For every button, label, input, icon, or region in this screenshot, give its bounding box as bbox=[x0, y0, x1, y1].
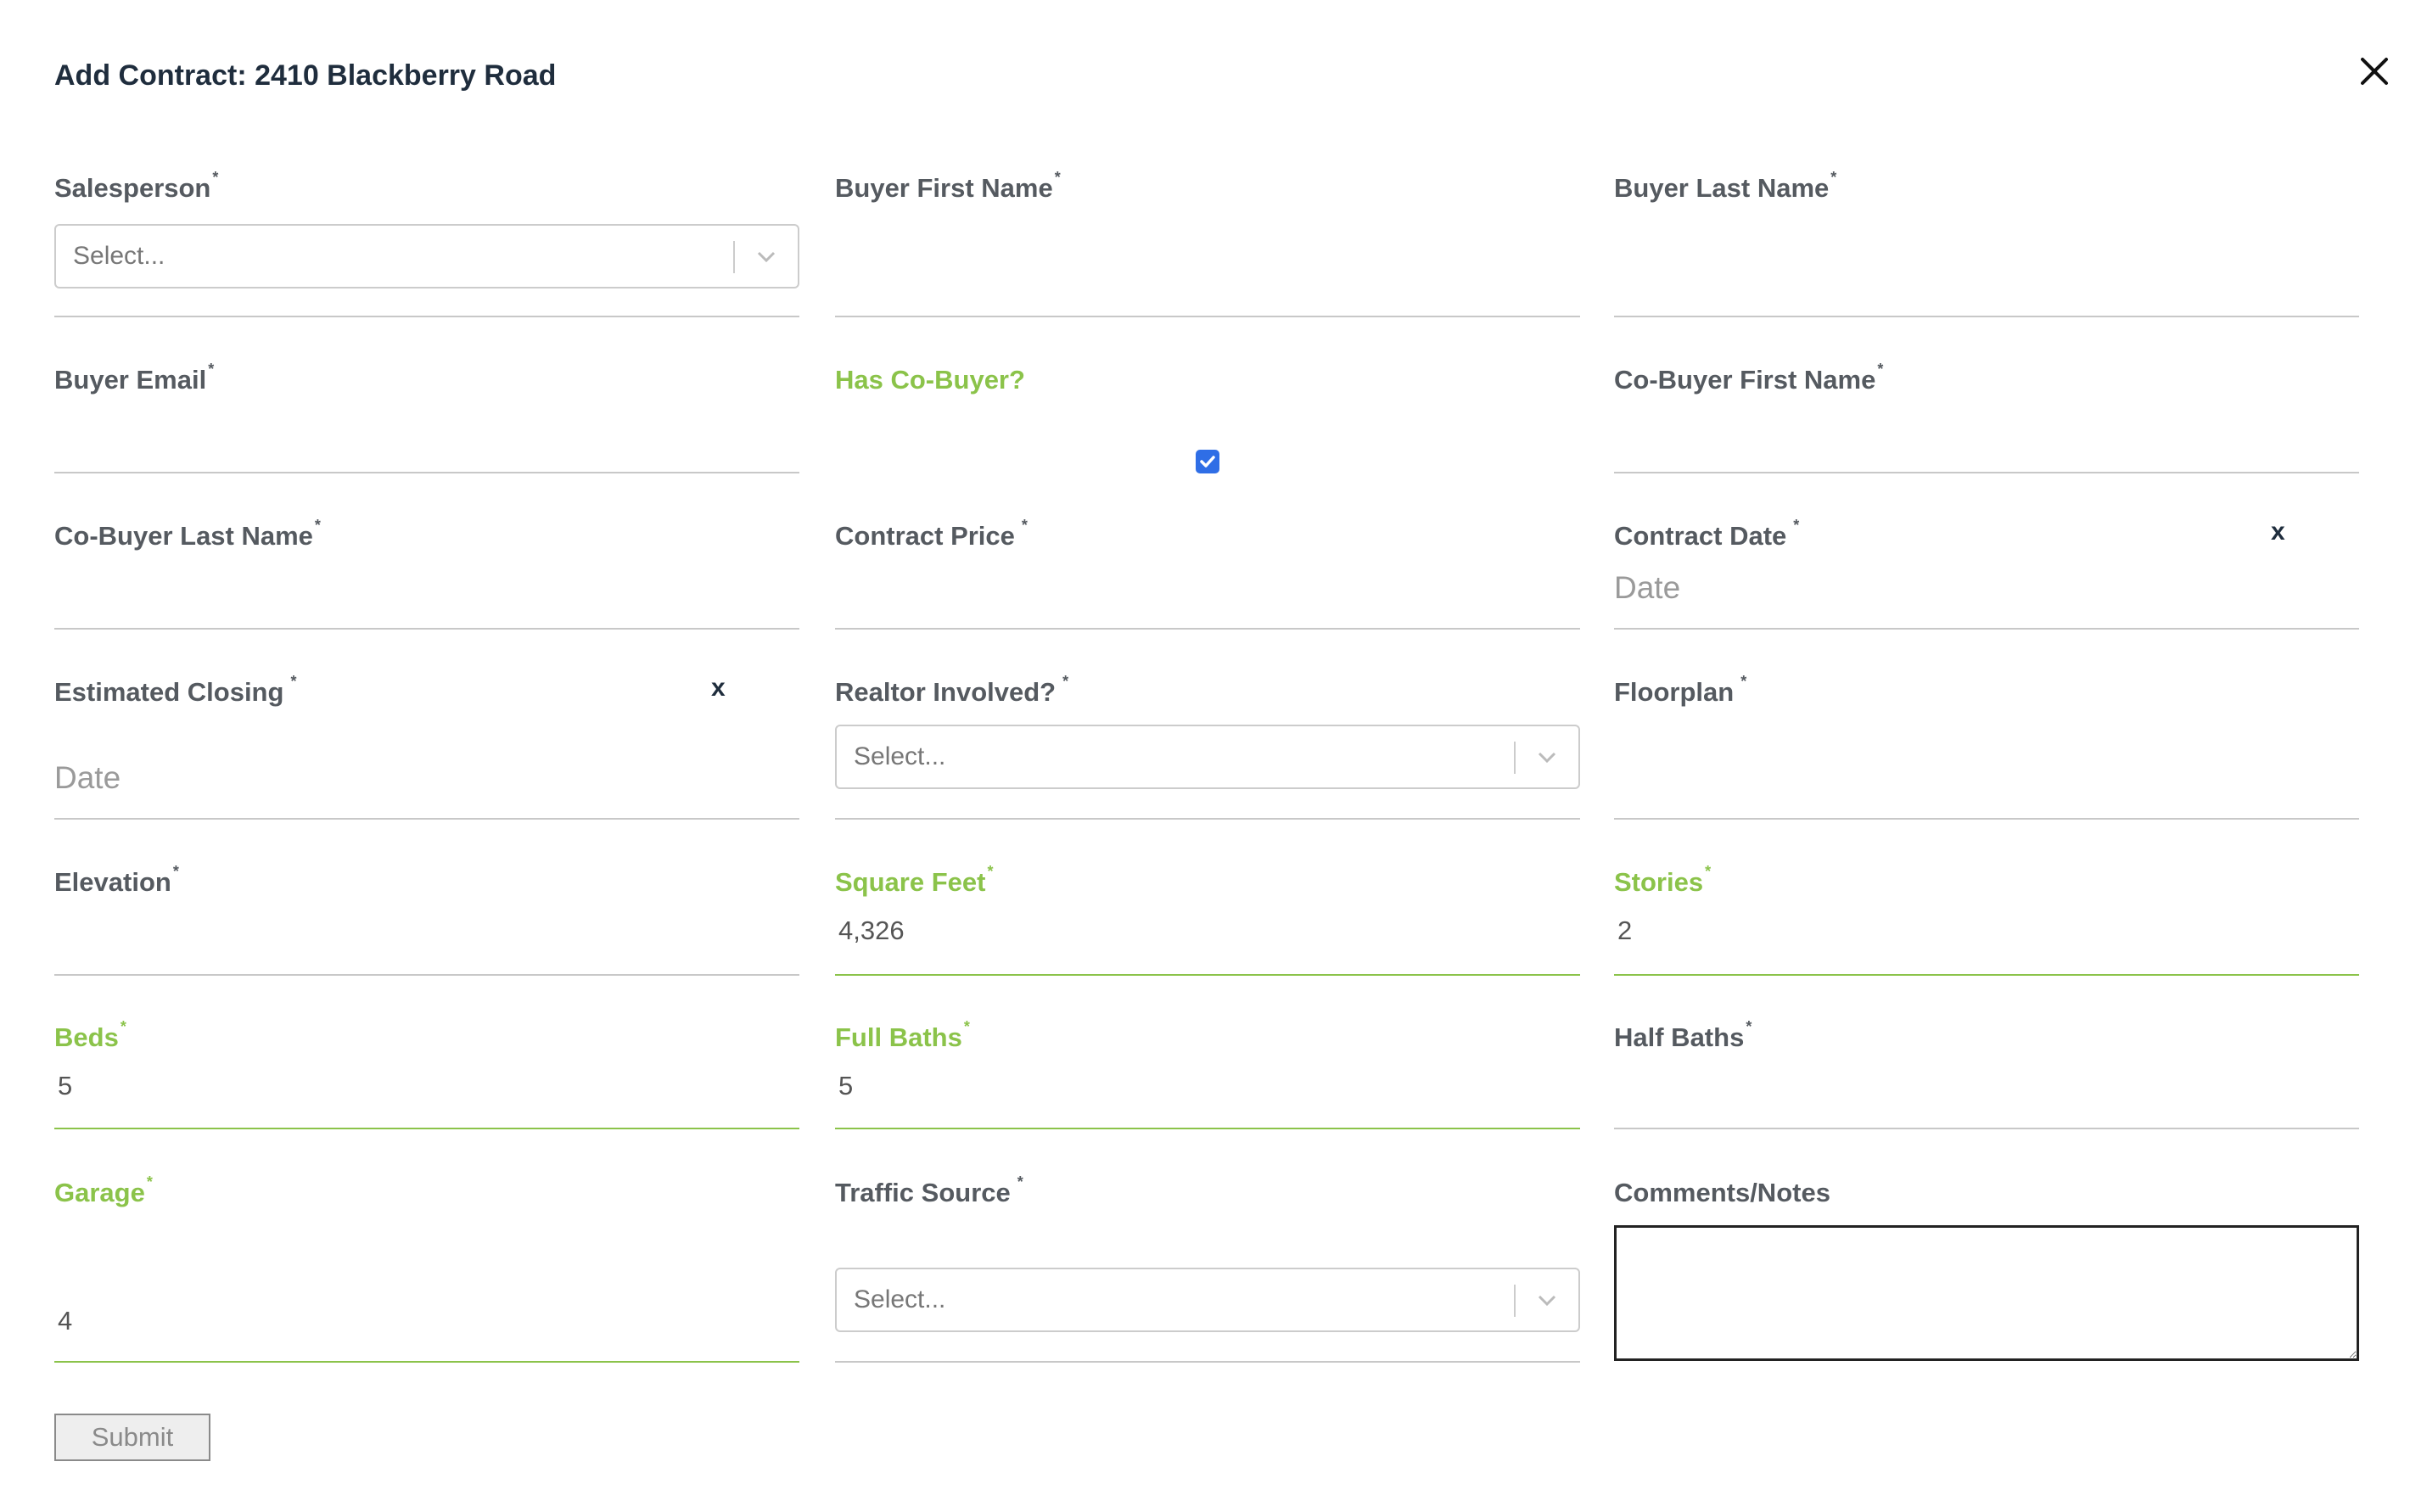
elevation-input[interactable] bbox=[54, 928, 799, 971]
realtor-involved-select-value: Select... bbox=[854, 742, 946, 770]
realtor-involved-select[interactable]: Select... bbox=[835, 725, 1580, 789]
co-buyer-first-name-input[interactable] bbox=[1614, 426, 2359, 468]
estimated-closing-label: Estimated Closing * bbox=[54, 673, 297, 707]
traffic-source-field: Traffic Source * Select... bbox=[835, 1173, 1580, 1363]
traffic-source-label: Traffic Source * bbox=[835, 1173, 1023, 1207]
co-buyer-last-name-label: Co-Buyer Last Name * bbox=[54, 517, 321, 551]
buyer-email-field: Buyer Email * bbox=[54, 361, 799, 473]
traffic-source-select-value: Select... bbox=[854, 1285, 946, 1313]
floorplan-label: Floorplan * bbox=[1614, 673, 1747, 707]
co-buyer-first-name-label: Co-Buyer First Name * bbox=[1614, 361, 1884, 395]
has-co-buyer-checkbox[interactable] bbox=[1196, 450, 1219, 473]
realtor-involved-field: Realtor Involved? * Select... bbox=[835, 673, 1580, 820]
close-icon bbox=[2361, 58, 2388, 85]
buyer-email-input[interactable] bbox=[54, 426, 799, 468]
close-button[interactable] bbox=[2351, 48, 2398, 95]
contract-date-label: Contract Date * bbox=[1614, 517, 1800, 551]
check-icon bbox=[1200, 456, 1215, 468]
beds-input[interactable] bbox=[54, 1065, 799, 1107]
beds-field: Beds * bbox=[54, 1018, 799, 1129]
buyer-email-label: Buyer Email * bbox=[54, 361, 215, 395]
stories-label: Stories * bbox=[1614, 863, 1712, 897]
half-baths-input[interactable] bbox=[1614, 1065, 2359, 1107]
contract-date-field: Contract Date * x bbox=[1614, 517, 2359, 630]
chevron-down-icon bbox=[1538, 752, 1556, 764]
salesperson-select-value: Select... bbox=[73, 242, 165, 270]
elevation-label: Elevation * bbox=[54, 863, 179, 897]
realtor-involved-label: Realtor Involved? * bbox=[835, 673, 1069, 707]
full-baths-input[interactable] bbox=[835, 1065, 1580, 1107]
buyer-last-name-label: Buyer Last Name * bbox=[1614, 169, 1837, 203]
buyer-first-name-input[interactable] bbox=[835, 270, 1580, 312]
select-separator bbox=[1514, 742, 1516, 774]
chevron-down-icon bbox=[757, 251, 776, 263]
full-baths-field: Full Baths * bbox=[835, 1018, 1580, 1129]
buyer-first-name-label: Buyer First Name * bbox=[835, 169, 1061, 203]
comments-label: Comments/Notes bbox=[1614, 1178, 1830, 1207]
submit-button[interactable]: Submit bbox=[54, 1414, 210, 1461]
has-co-buyer-label: Has Co-Buyer? bbox=[835, 365, 1025, 395]
chevron-down-icon bbox=[1538, 1295, 1556, 1307]
select-separator bbox=[1514, 1285, 1516, 1317]
salesperson-select[interactable]: Select... bbox=[54, 224, 799, 288]
square-feet-input[interactable] bbox=[835, 910, 1580, 952]
add-contract-modal: Add Contract: 2410 Blackberry Road Sales… bbox=[0, 0, 2427, 1512]
estimated-closing-clear-button[interactable]: x bbox=[711, 675, 726, 701]
traffic-source-select[interactable]: Select... bbox=[835, 1268, 1580, 1332]
square-feet-label: Square Feet * bbox=[835, 863, 994, 897]
buyer-last-name-input[interactable] bbox=[1614, 270, 2359, 312]
contract-date-clear-button[interactable]: x bbox=[2271, 519, 2285, 545]
elevation-field: Elevation * bbox=[54, 863, 799, 976]
select-separator bbox=[733, 241, 735, 273]
salesperson-field: Salesperson * Select... bbox=[54, 169, 799, 317]
estimated-closing-field: Estimated Closing * x bbox=[54, 673, 799, 820]
salesperson-label: Salesperson * bbox=[54, 169, 219, 203]
stories-field: Stories * bbox=[1614, 863, 2359, 976]
garage-field: Garage * bbox=[54, 1173, 799, 1363]
co-buyer-last-name-field: Co-Buyer Last Name * bbox=[54, 517, 799, 630]
beds-label: Beds * bbox=[54, 1018, 126, 1052]
modal-title: Add Contract: 2410 Blackberry Road bbox=[54, 59, 557, 92]
has-co-buyer-field: Has Co-Buyer? bbox=[835, 367, 1580, 473]
buyer-first-name-field: Buyer First Name * bbox=[835, 169, 1580, 317]
garage-input[interactable] bbox=[54, 1300, 799, 1342]
half-baths-label: Half Baths * bbox=[1614, 1018, 1752, 1052]
co-buyer-last-name-input[interactable] bbox=[54, 582, 799, 624]
contract-price-field: Contract Price * bbox=[835, 517, 1580, 630]
buyer-last-name-field: Buyer Last Name * bbox=[1614, 169, 2359, 317]
contract-price-label: Contract Price * bbox=[835, 517, 1028, 551]
floorplan-input[interactable] bbox=[1614, 764, 2359, 806]
half-baths-field: Half Baths * bbox=[1614, 1018, 2359, 1129]
square-feet-field: Square Feet * bbox=[835, 863, 1580, 976]
estimated-closing-input[interactable] bbox=[54, 757, 799, 799]
comments-textarea[interactable] bbox=[1614, 1225, 2359, 1361]
stories-input[interactable] bbox=[1614, 910, 2359, 952]
garage-label: Garage * bbox=[54, 1173, 153, 1207]
co-buyer-first-name-field: Co-Buyer First Name * bbox=[1614, 361, 2359, 473]
floorplan-field: Floorplan * bbox=[1614, 673, 2359, 820]
contract-price-input[interactable] bbox=[835, 582, 1580, 624]
full-baths-label: Full Baths * bbox=[835, 1018, 970, 1052]
contract-date-input[interactable] bbox=[1614, 567, 2359, 609]
